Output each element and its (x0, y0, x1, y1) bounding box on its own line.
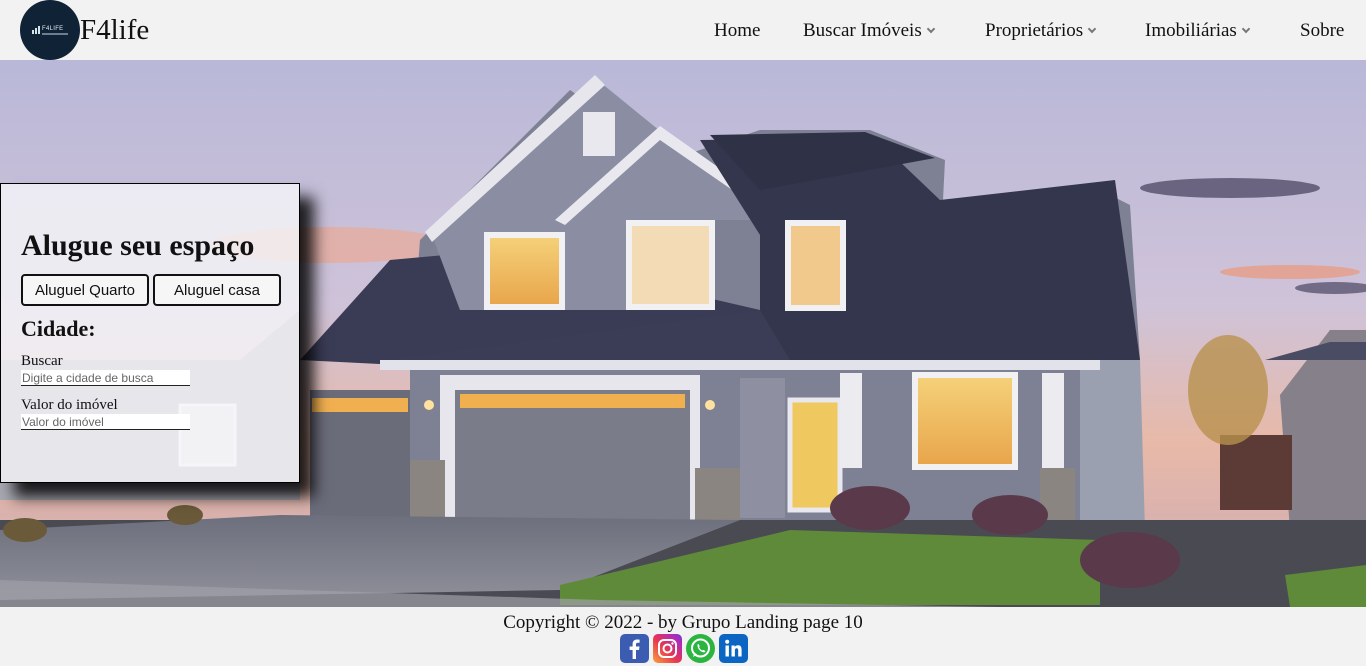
logo-text: F4LIFE (42, 25, 64, 32)
nav-item-imobiliarias[interactable]: Imobiliárias (1145, 20, 1251, 42)
nav-item-proprietarios[interactable]: Proprietários (985, 20, 1097, 42)
nav-item-label: Sobre (1300, 20, 1345, 41)
nav-item-buscar-imoveis[interactable]: Buscar Imóveis (803, 20, 935, 42)
logo-chart-icon (32, 26, 40, 34)
social-links (620, 634, 748, 663)
search-card: Alugue seu espaço Aluguel Quarto Aluguel… (0, 183, 300, 483)
whatsapp-icon[interactable] (686, 634, 715, 663)
navbar: F4LIFE F4life Home Buscar Imóveis Propri… (0, 0, 1366, 60)
nav-item-home[interactable]: Home (714, 20, 760, 42)
nav-item-label: Buscar Imóveis (803, 20, 922, 41)
property-value-input[interactable] (21, 414, 190, 430)
footer: Copyright © 2022 - by Grupo Landing page… (0, 607, 1366, 666)
copyright-text: Copyright © 2022 - by Grupo Landing page… (503, 612, 863, 633)
logo[interactable]: F4LIFE (20, 0, 80, 60)
nav-item-sobre[interactable]: Sobre (1300, 20, 1344, 42)
facebook-icon[interactable] (620, 634, 649, 663)
card-title: Alugue seu espaço (21, 229, 255, 262)
linkedin-icon[interactable] (719, 634, 748, 663)
city-search-input[interactable] (21, 370, 190, 386)
aluguel-casa-button[interactable]: Aluguel casa (153, 274, 281, 306)
chevron-down-icon (926, 24, 935, 34)
search-label: Buscar (21, 353, 63, 369)
brand-name[interactable]: F4life (80, 12, 149, 48)
value-label: Valor do imóvel (21, 397, 118, 413)
city-heading: Cidade: (21, 316, 96, 341)
instagram-icon[interactable] (653, 634, 682, 663)
nav-item-label: Proprietários (985, 20, 1084, 41)
chevron-down-icon (1241, 24, 1251, 34)
aluguel-quarto-button[interactable]: Aluguel Quarto (21, 274, 149, 306)
nav-item-label: Home (714, 20, 761, 41)
nav-item-label: Imobiliárias (1145, 20, 1237, 41)
chevron-down-icon (1087, 24, 1097, 34)
